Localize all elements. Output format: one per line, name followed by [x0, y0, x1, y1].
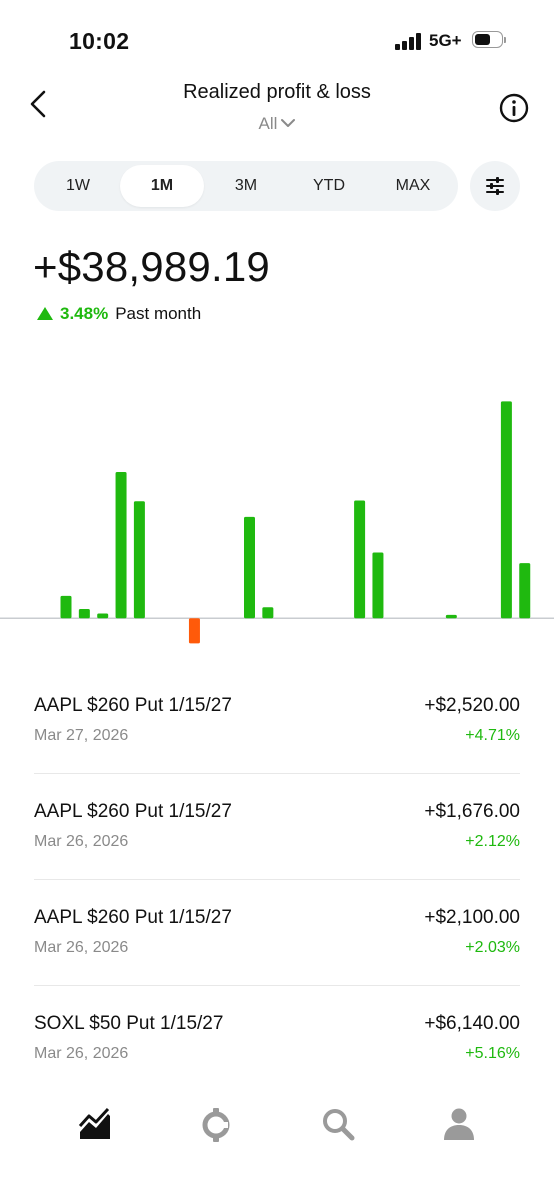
trade-row[interactable]: AAPL $260 Put 1/15/27 Mar 26, 2026 +$1,6… — [34, 774, 520, 880]
header: Realized profit & loss All — [0, 76, 554, 138]
trade-name: AAPL $260 Put 1/15/27 — [34, 695, 232, 716]
filter-settings-button[interactable] — [470, 161, 520, 211]
bottom-nav — [0, 1090, 554, 1200]
chart-bar[interactable] — [115, 471, 127, 619]
trade-name: AAPL $260 Put 1/15/27 — [34, 801, 232, 822]
account-filter-dropdown[interactable]: All — [0, 114, 554, 134]
chart-bar[interactable] — [445, 614, 457, 619]
trade-row[interactable]: AAPL $260 Put 1/15/27 Mar 26, 2026 +$2,1… — [34, 880, 520, 986]
nav-investing[interactable] — [73, 1102, 117, 1146]
change-percent: 3.48% — [60, 304, 109, 323]
change-period: Past month — [115, 304, 202, 323]
battery-icon — [472, 31, 506, 50]
status-time: 10:02 — [69, 28, 130, 54]
nav-search[interactable] — [316, 1102, 360, 1146]
nav-crypto[interactable] — [194, 1102, 238, 1146]
search-icon — [323, 1109, 355, 1141]
chart-bar[interactable] — [244, 516, 255, 619]
chart-bar[interactable] — [97, 613, 109, 619]
trade-date: Mar 26, 2026 — [34, 833, 129, 850]
info-icon — [499, 93, 529, 123]
status-bar: 10:02 5G+ — [0, 0, 554, 80]
trade-percent: +2.12% — [465, 833, 520, 850]
trade-list: AAPL $260 Put 1/15/27 Mar 27, 2026 +$2,5… — [34, 668, 520, 1092]
network-type: 5G+ — [429, 31, 462, 50]
chart-bar[interactable] — [60, 595, 72, 619]
trade-percent: +5.16% — [465, 1045, 520, 1062]
trade-row[interactable]: AAPL $260 Put 1/15/27 Mar 27, 2026 +$2,5… — [34, 668, 520, 774]
sliders-icon — [486, 177, 504, 195]
trade-date: Mar 26, 2026 — [34, 939, 129, 956]
time-range-selector: 1W 1M 3M YTD MAX — [34, 161, 458, 211]
investing-icon — [78, 1107, 110, 1139]
daily-pnl-bar-chart[interactable] — [0, 330, 554, 670]
nav-account[interactable] — [437, 1102, 481, 1146]
chart-bar[interactable] — [354, 500, 366, 619]
chart-bar[interactable] — [262, 607, 274, 619]
trade-amount: +$6,140.00 — [424, 1013, 520, 1034]
chart-bar[interactable] — [188, 618, 200, 644]
account-filter-label: All — [258, 114, 278, 133]
range-tab-1m[interactable]: 1M — [120, 165, 204, 207]
info-button[interactable] — [498, 92, 530, 124]
account-icon — [444, 1108, 474, 1140]
trade-amount: +$2,100.00 — [424, 907, 520, 928]
trade-amount: +$1,676.00 — [424, 801, 520, 822]
trade-name: AAPL $260 Put 1/15/27 — [34, 907, 232, 928]
chevron-down-icon — [281, 119, 296, 128]
crypto-icon — [202, 1108, 230, 1142]
chart-bar[interactable] — [500, 401, 512, 619]
chart-bar[interactable] — [78, 609, 90, 619]
total-realized-pnl: +$38,989.19 — [33, 243, 270, 290]
trade-date: Mar 26, 2026 — [34, 1045, 129, 1062]
cellular-signal-icon — [395, 33, 423, 50]
trade-row[interactable]: SOXL $50 Put 1/15/27 Mar 26, 2026 +$6,14… — [34, 986, 520, 1092]
change-summary: 3.48% Past month — [37, 304, 201, 324]
chart-bar[interactable] — [372, 552, 384, 619]
range-tab-ytd[interactable]: YTD — [288, 165, 370, 207]
page-title: Realized profit & loss — [183, 81, 371, 103]
trade-date: Mar 27, 2026 — [34, 727, 129, 744]
trade-percent: +4.71% — [465, 727, 520, 744]
chart-bar[interactable] — [519, 563, 531, 619]
range-tab-3m[interactable]: 3M — [206, 165, 286, 207]
trade-amount: +$2,520.00 — [424, 695, 520, 716]
range-tab-max[interactable]: MAX — [372, 165, 454, 207]
chart-bar[interactable] — [133, 501, 145, 619]
up-triangle-icon — [37, 307, 53, 320]
trade-percent: +2.03% — [465, 939, 520, 956]
trade-name: SOXL $50 Put 1/15/27 — [34, 1013, 224, 1034]
range-tab-1w[interactable]: 1W — [40, 165, 116, 207]
